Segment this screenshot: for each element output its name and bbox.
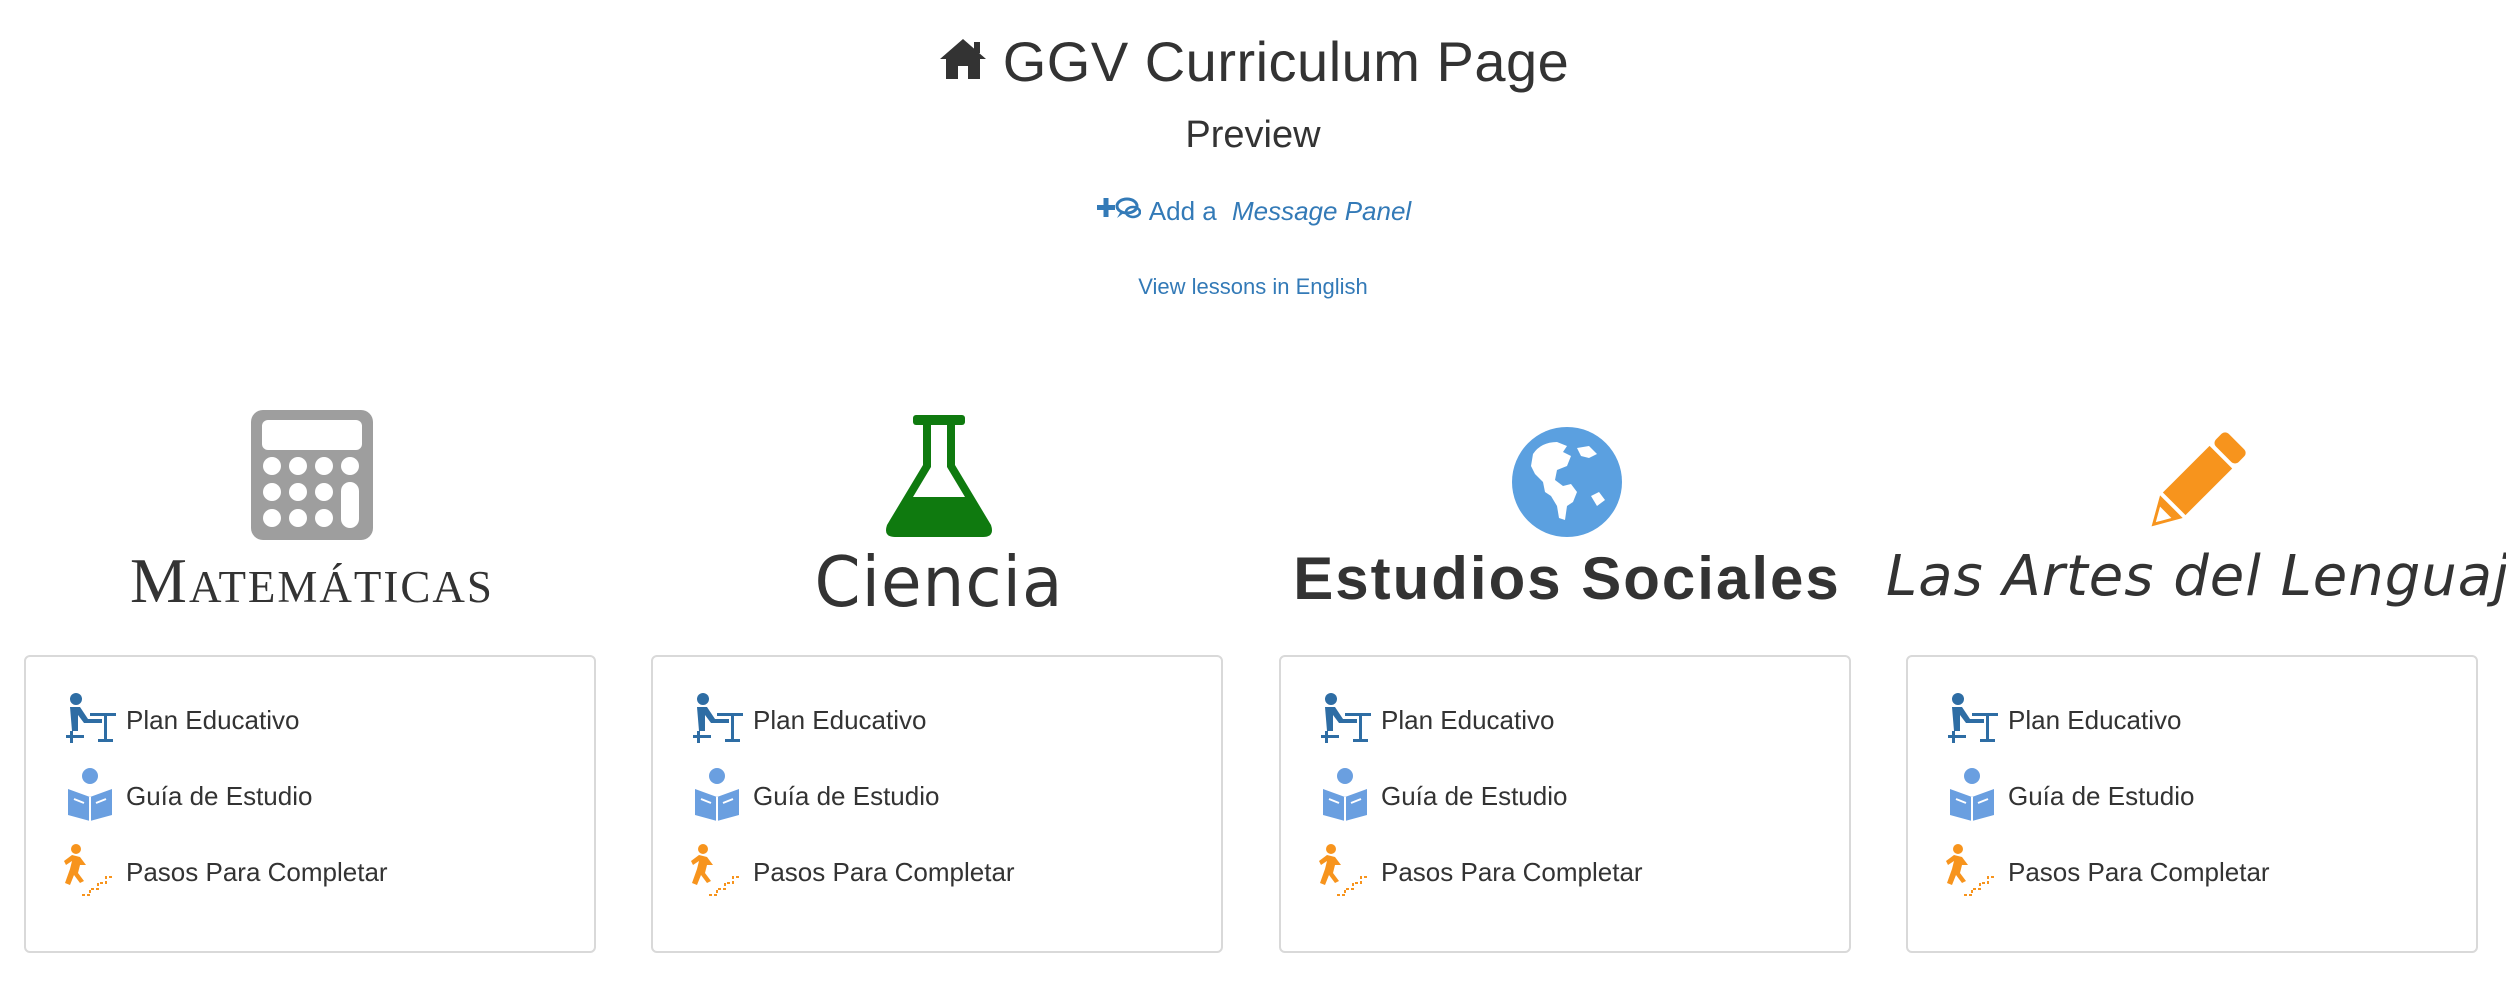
- plan-educativo-link[interactable]: Plan Educativo: [1944, 691, 2181, 750]
- calculator-icon[interactable]: [24, 410, 600, 550]
- plan-educativo-link[interactable]: Plan Educativo: [689, 691, 926, 750]
- page-header: GGV Curriculum Page Preview Add a Messag…: [0, 22, 2506, 300]
- link-label: Pasos Para Completar: [2008, 857, 2270, 887]
- home-icon: [937, 36, 989, 87]
- link-label: Pasos Para Completar: [126, 857, 388, 887]
- subjects-grid: Matemáticas Plan Educativo Guía de Estud…: [0, 410, 2506, 970]
- link-label: Plan Educativo: [753, 705, 927, 735]
- page-title: GGV Curriculum Page: [1002, 29, 1570, 93]
- guia-de-estudio-link[interactable]: Guía de Estudio: [689, 767, 939, 826]
- add-message-prefix: Add a: [1148, 196, 1224, 226]
- subject-artes-del-lenguaje: Las Artes del Lenguaje Plan Educativo Gu…: [1886, 410, 2506, 955]
- subject-title[interactable]: Ciencia: [631, 542, 1247, 623]
- link-label: Plan Educativo: [2008, 705, 2182, 735]
- page-subtitle: Preview: [1185, 114, 1321, 156]
- student-desk-icon: [1317, 691, 1373, 750]
- title-row: GGV Curriculum Page: [0, 22, 2506, 100]
- link-label: Guía de Estudio: [753, 781, 940, 811]
- link-label: Guía de Estudio: [1381, 781, 1568, 811]
- message-panel-label: Message Panel: [1231, 196, 1412, 226]
- pasos-para-completar-link[interactable]: Pasos Para Completar: [1944, 843, 2270, 902]
- link-label: Pasos Para Completar: [1381, 857, 1643, 887]
- guia-de-estudio-link[interactable]: Guía de Estudio: [1944, 767, 2194, 826]
- pencil-icon[interactable]: [1906, 410, 2482, 550]
- stairs-runner-icon: [689, 843, 745, 902]
- link-label: Guía de Estudio: [126, 781, 313, 811]
- view-english-link[interactable]: View lessons in English: [0, 274, 2506, 300]
- reading-book-icon: [62, 767, 118, 826]
- student-desk-icon: [689, 691, 745, 750]
- subject-matematicas: Matemáticas Plan Educativo Guía de Estud…: [24, 410, 600, 955]
- stairs-runner-icon: [62, 843, 118, 902]
- plan-educativo-link[interactable]: Plan Educativo: [62, 691, 299, 750]
- guia-de-estudio-link[interactable]: Guía de Estudio: [1317, 767, 1567, 826]
- reading-book-icon: [1317, 767, 1373, 826]
- pasos-para-completar-link[interactable]: Pasos Para Completar: [1317, 843, 1643, 902]
- guia-de-estudio-link[interactable]: Guía de Estudio: [62, 767, 312, 826]
- link-label: Plan Educativo: [126, 705, 300, 735]
- subject-title[interactable]: Estudios Sociales: [1259, 544, 1875, 613]
- plan-educativo-link[interactable]: Plan Educativo: [1317, 691, 1554, 750]
- add-message-panel-link[interactable]: Add a Message Panel: [1095, 193, 1411, 230]
- subject-links-card: Plan Educativo Guía de Estudio Pasos Par…: [1279, 655, 1851, 953]
- reading-book-icon: [1944, 767, 2000, 826]
- stairs-runner-icon: [1317, 843, 1373, 902]
- subject-links-card: Plan Educativo Guía de Estudio Pasos Par…: [1906, 655, 2478, 953]
- pasos-para-completar-link[interactable]: Pasos Para Completar: [62, 843, 388, 902]
- link-label: Guía de Estudio: [2008, 781, 2195, 811]
- student-desk-icon: [1944, 691, 2000, 750]
- subject-title[interactable]: Matemáticas: [4, 544, 620, 618]
- subject-links-card: Plan Educativo Guía de Estudio Pasos Par…: [24, 655, 596, 953]
- pasos-para-completar-link[interactable]: Pasos Para Completar: [689, 843, 1015, 902]
- subject-estudios-sociales: Estudios Sociales Plan Educativo Guía de…: [1279, 410, 1855, 955]
- flask-icon[interactable]: [651, 410, 1227, 550]
- link-label: Plan Educativo: [1381, 705, 1555, 735]
- add-message-icon: [1095, 193, 1142, 230]
- student-desk-icon: [62, 691, 118, 750]
- reading-book-icon: [689, 767, 745, 826]
- link-label: Pasos Para Completar: [753, 857, 1015, 887]
- subject-title[interactable]: Las Artes del Lenguaje: [1886, 544, 2506, 609]
- stairs-runner-icon: [1944, 843, 2000, 902]
- subject-links-card: Plan Educativo Guía de Estudio Pasos Par…: [651, 655, 1223, 953]
- globe-icon[interactable]: [1279, 410, 1855, 550]
- subject-ciencia: Ciencia Plan Educativo Guía de Estudio P…: [651, 410, 1227, 955]
